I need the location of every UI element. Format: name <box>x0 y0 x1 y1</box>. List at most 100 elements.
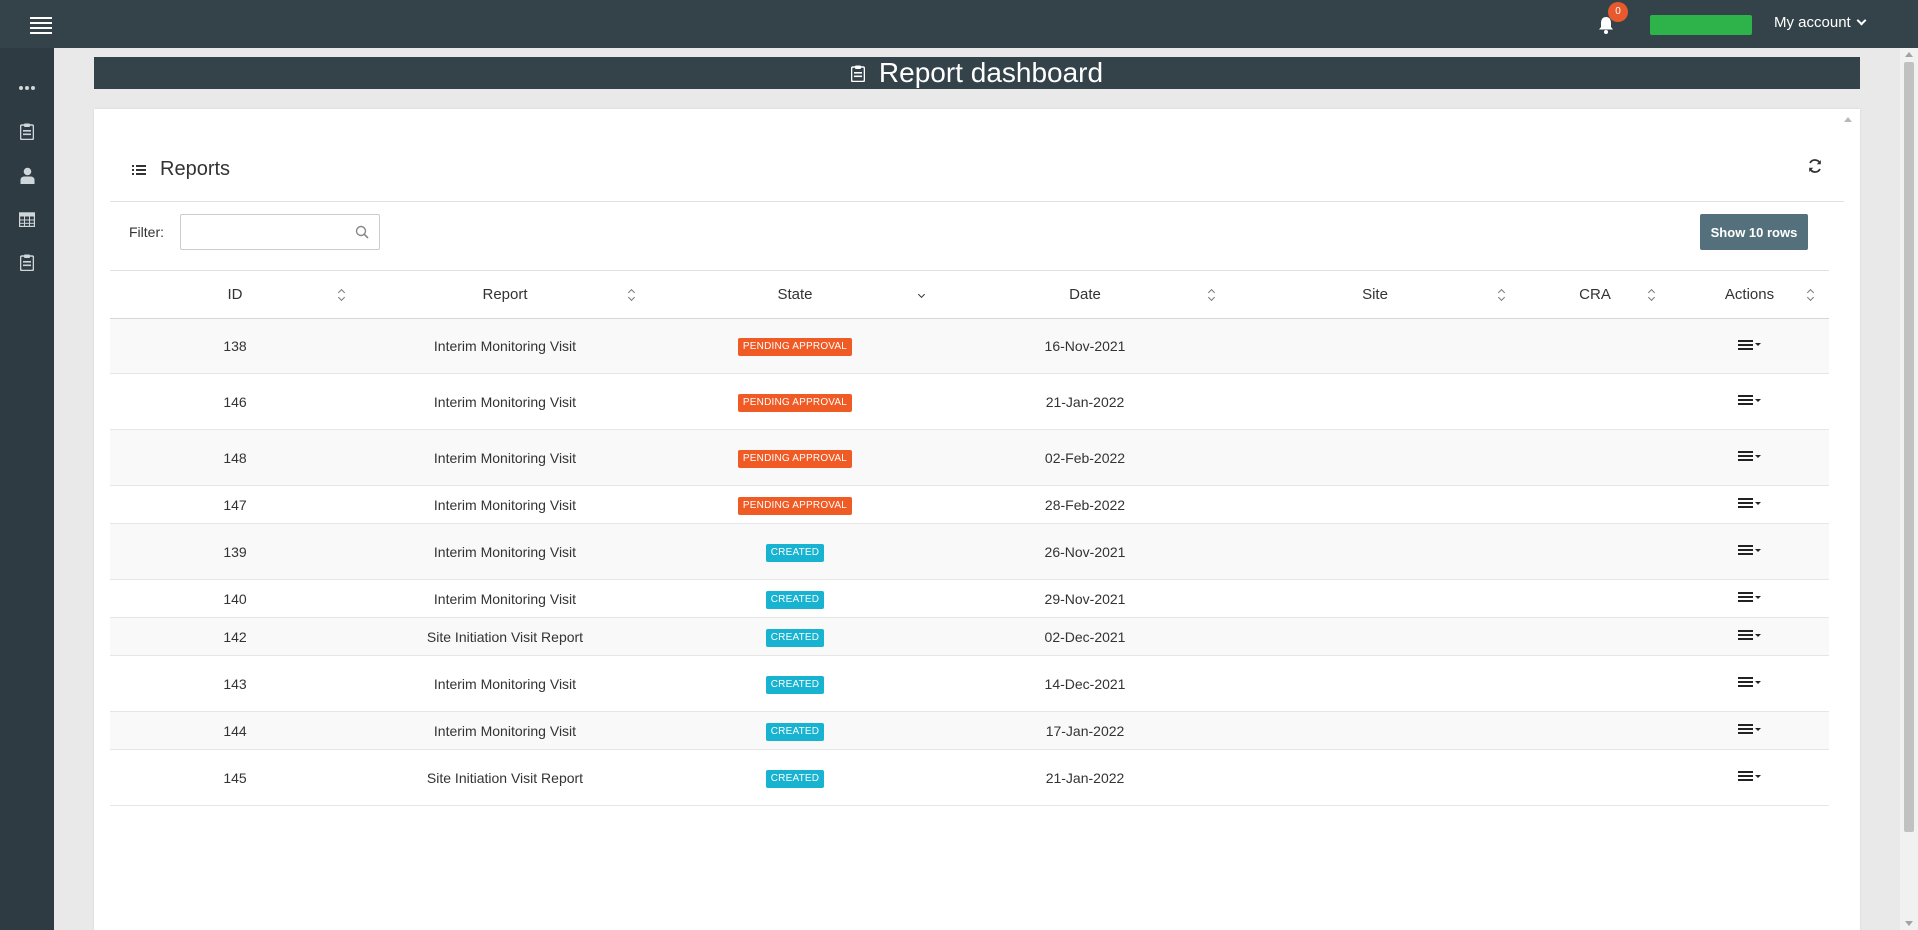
cell-site <box>1230 318 1520 374</box>
status-badge: CREATED <box>765 769 825 788</box>
filter-input[interactable] <box>181 215 341 249</box>
my-account-menu[interactable]: My account <box>1774 14 1867 31</box>
column-header-state[interactable]: State <box>650 270 940 319</box>
cell-cra <box>1520 318 1670 374</box>
cell-site <box>1230 579 1520 618</box>
sort-icon[interactable] <box>1208 288 1216 302</box>
cell-state: PENDING APPROVAL <box>650 485 940 524</box>
column-header-label: Site <box>1362 286 1388 303</box>
panel-scrollbar[interactable] <box>1842 117 1854 930</box>
row-actions-menu-icon[interactable] <box>1738 769 1761 783</box>
cell-actions <box>1670 617 1829 656</box>
cell-cra <box>1520 655 1670 712</box>
cell-state: CREATED <box>650 617 940 656</box>
user-name-chip[interactable] <box>1650 15 1752 35</box>
clipboard-icon[interactable] <box>14 118 40 144</box>
cell-site <box>1230 749 1520 806</box>
cell-state: CREATED <box>650 655 940 712</box>
sort-icon[interactable] <box>1807 288 1815 302</box>
clipboard-list-icon[interactable] <box>14 249 40 275</box>
status-badge: CREATED <box>765 628 825 647</box>
reports-panel: Reports Filter: Show 10 rows ID Report Sta… <box>94 109 1860 930</box>
row-actions-menu-icon[interactable] <box>1738 722 1761 736</box>
sort-desc-icon[interactable] <box>918 288 926 302</box>
status-badge: CREATED <box>765 590 825 609</box>
cell-actions <box>1670 579 1829 618</box>
cell-actions <box>1670 429 1829 486</box>
row-actions-menu-icon[interactable] <box>1738 496 1761 510</box>
table-row[interactable]: 147 Interim Monitoring Visit PENDING APPRO… <box>110 485 1829 524</box>
row-actions-menu-icon[interactable] <box>1738 393 1761 407</box>
column-header-site[interactable]: Site <box>1230 270 1520 319</box>
notification-count-badge: 0 <box>1608 2 1628 22</box>
table-row[interactable]: 138 Interim Monitoring Visit PENDING APPRO… <box>110 318 1829 374</box>
cell-report: Interim Monitoring Visit <box>360 523 650 580</box>
cell-state: CREATED <box>650 579 940 618</box>
table-row[interactable]: 146 Interim Monitoring Visit PENDING APPRO… <box>110 373 1829 430</box>
scroll-down-arrow-icon[interactable] <box>1905 921 1913 926</box>
column-header-report[interactable]: Report <box>360 270 650 319</box>
cell-cra <box>1520 617 1670 656</box>
page-title-bar: Report dashboard <box>94 57 1860 89</box>
scroll-up-arrow-icon[interactable] <box>1844 117 1852 122</box>
cell-date: 16-Nov-2021 <box>940 318 1230 374</box>
scrollbar-thumb[interactable] <box>1904 62 1914 832</box>
more-dots-icon[interactable] <box>14 75 40 101</box>
cell-report: Interim Monitoring Visit <box>360 373 650 430</box>
cell-site <box>1230 373 1520 430</box>
table-row[interactable]: 144 Interim Monitoring Visit CREATED 17-Jan… <box>110 711 1829 750</box>
column-header-cra[interactable]: CRA <box>1520 270 1670 319</box>
cell-id: 142 <box>110 617 360 656</box>
row-actions-menu-icon[interactable] <box>1738 628 1761 642</box>
sort-icon[interactable] <box>338 288 346 302</box>
scroll-up-arrow-icon[interactable] <box>1905 52 1913 57</box>
reports-title: Reports <box>160 158 231 180</box>
sort-icon[interactable] <box>1498 288 1506 302</box>
cell-id: 147 <box>110 485 360 524</box>
cell-state: CREATED <box>650 523 940 580</box>
row-actions-menu-icon[interactable] <box>1738 449 1761 463</box>
row-actions-menu-icon[interactable] <box>1738 543 1761 557</box>
filter-field[interactable] <box>180 214 380 250</box>
status-badge: PENDING APPROVAL <box>737 393 853 412</box>
refresh-icon[interactable] <box>1806 157 1824 175</box>
table-row[interactable]: 148 Interim Monitoring Visit PENDING APPRO… <box>110 429 1829 486</box>
column-header-actions[interactable]: Actions <box>1670 270 1829 319</box>
cell-id: 143 <box>110 655 360 712</box>
table-row[interactable]: 142 Site Initiation Visit Report CREATED 02… <box>110 617 1829 656</box>
column-header-label: Actions <box>1724 286 1775 303</box>
user-tie-icon[interactable] <box>14 162 40 188</box>
clipboard-icon <box>850 65 865 82</box>
sort-icon[interactable] <box>1648 288 1656 302</box>
cell-report: Site Initiation Visit Report <box>360 749 650 806</box>
column-header-label: State <box>777 286 813 303</box>
show-rows-button[interactable]: Show 10 rows <box>1700 214 1808 250</box>
cell-id: 146 <box>110 373 360 430</box>
table-row[interactable]: 143 Interim Monitoring Visit CREATED 14-Dec… <box>110 655 1829 712</box>
cell-report: Interim Monitoring Visit <box>360 429 650 486</box>
cell-actions <box>1670 655 1829 712</box>
row-actions-menu-icon[interactable] <box>1738 590 1761 604</box>
calendar-icon[interactable] <box>14 206 40 232</box>
cell-actions <box>1670 523 1829 580</box>
cell-date: 21-Jan-2022 <box>940 373 1230 430</box>
cell-date: 17-Jan-2022 <box>940 711 1230 750</box>
row-actions-menu-icon[interactable] <box>1738 675 1761 689</box>
hamburger-icon[interactable] <box>30 14 52 34</box>
table-row[interactable]: 139 Interim Monitoring Visit CREATED 26-Nov… <box>110 523 1829 580</box>
column-header-date[interactable]: Date <box>940 270 1230 319</box>
column-header-id[interactable]: ID <box>110 270 360 319</box>
column-header-label: ID <box>227 286 243 303</box>
table-row[interactable]: 145 Site Initiation Visit Report CREATED 21… <box>110 749 1829 806</box>
list-icon <box>132 165 146 175</box>
sort-icon[interactable] <box>628 288 636 302</box>
window-scrollbar[interactable] <box>1900 48 1918 930</box>
status-badge: PENDING APPROVAL <box>737 496 853 515</box>
cell-report: Interim Monitoring Visit <box>360 318 650 374</box>
cell-cra <box>1520 711 1670 750</box>
row-actions-menu-icon[interactable] <box>1738 338 1761 352</box>
table-row[interactable]: 140 Interim Monitoring Visit CREATED 29-Nov… <box>110 579 1829 618</box>
column-header-label: Report <box>482 286 528 303</box>
cell-actions <box>1670 485 1829 524</box>
sidebar <box>0 48 54 930</box>
